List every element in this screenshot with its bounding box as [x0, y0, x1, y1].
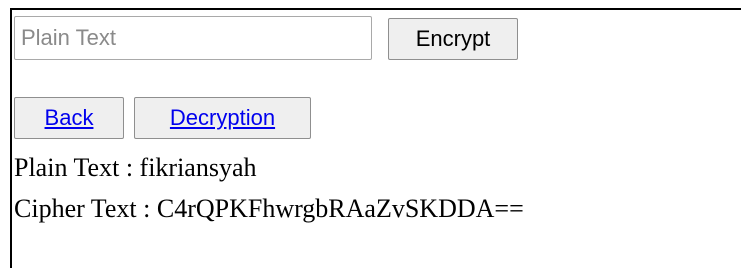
cipher-text-value: C4rQPKFhwrgbRAaZvSKDDA==	[156, 194, 524, 223]
back-link[interactable]: Back	[45, 105, 94, 130]
plain-text-value: fikriansyah	[139, 153, 257, 182]
decryption-link[interactable]: Decryption	[170, 105, 275, 130]
cipher-text-label: Cipher Text	[14, 194, 137, 223]
plain-text-input[interactable]	[14, 16, 372, 60]
plain-text-result: Plain Text : fikriansyah	[14, 153, 257, 182]
cipher-text-result: Cipher Text : C4rQPKFhwrgbRAaZvSKDDA==	[14, 194, 524, 223]
back-button[interactable]: Back	[14, 97, 124, 139]
encrypt-button[interactable]: Encrypt	[388, 18, 518, 60]
plain-text-label: Plain Text	[14, 153, 120, 182]
decryption-button[interactable]: Decryption	[134, 97, 311, 139]
